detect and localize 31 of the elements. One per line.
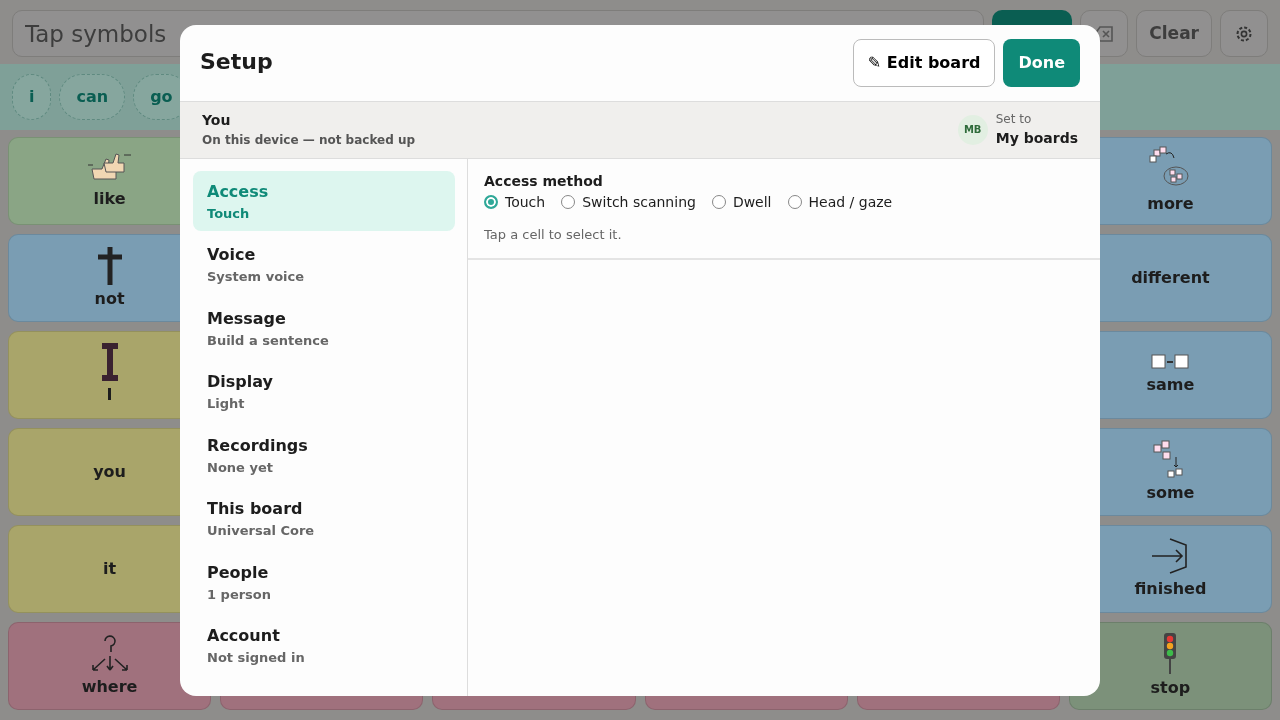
avatar: MB [957,114,988,145]
tile-label: some [1146,482,1195,504]
dialog-title: Setup [200,49,273,76]
tile-label: different [1131,267,1210,289]
tile-label: more [1147,193,1194,215]
clear-button[interactable]: Clear [1136,10,1212,57]
access-method-label: Access method [484,171,604,191]
set-to-label: Set to [995,111,1033,128]
radio-option[interactable]: Dwell [711,191,772,213]
backspace-icon [1094,25,1115,42]
tile-label: you [93,461,126,483]
tile-label: like [93,188,126,210]
hint-text: Tap a cell to select it. [484,225,623,244]
radio-option[interactable]: Switch scanning [561,191,696,213]
done-button[interactable]: Done [1003,38,1080,87]
tile-label: it [103,558,117,580]
edit-board-button[interactable]: ✎ Edit board [852,38,996,87]
radio-option[interactable]: Head / gaze [787,191,893,213]
traffic-light-icon [1162,632,1179,674]
tile-label: same [1146,374,1195,396]
tile-label: where [81,676,138,698]
profile-name: You [202,111,232,130]
two-squares-icon [1150,353,1191,371]
tile-label: not [94,288,125,310]
tile-label: finished [1134,578,1207,600]
settings-section[interactable]: Access Touch [193,170,455,231]
tile-label: I [106,384,113,406]
tile-label: stop [1150,677,1191,699]
radio-option[interactable]: Touch [484,191,546,213]
settings-button[interactable] [1220,10,1268,57]
i-beam-icon [99,343,120,381]
